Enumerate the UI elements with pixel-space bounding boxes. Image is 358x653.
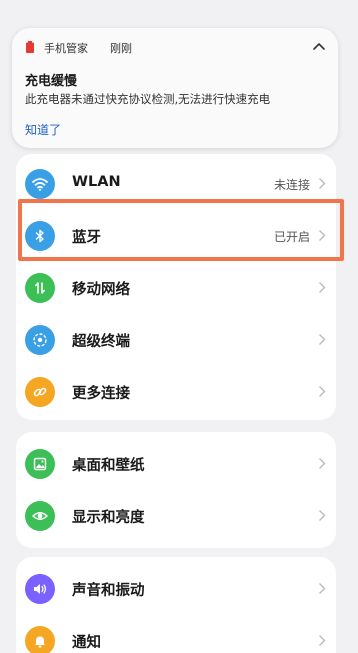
settings-item-mobile-network[interactable]: 移动网络 xyxy=(16,260,336,312)
wallpaper-icon xyxy=(25,449,55,479)
notification-time: 刚刚 xyxy=(110,42,132,55)
settings-item-wlan[interactable]: WLAN 未连接 xyxy=(16,156,336,208)
chevron-right-icon xyxy=(319,583,326,594)
notification-title: 充电缓慢 xyxy=(25,74,78,89)
settings-item-label: 通知 xyxy=(72,635,101,651)
settings-item-super-device[interactable]: 超级终端 xyxy=(16,312,336,364)
super-device-icon xyxy=(25,325,55,355)
battery-alert-icon xyxy=(26,41,34,53)
settings-item-wallpaper[interactable]: 桌面和壁纸 xyxy=(16,436,336,488)
settings-item-label: 声音和振动 xyxy=(72,583,145,599)
settings-item-label: 更多连接 xyxy=(72,386,130,402)
bluetooth-icon xyxy=(25,221,55,251)
settings-item-value: 已开启 xyxy=(273,230,310,244)
chevron-right-icon xyxy=(319,230,326,241)
settings-item-label: 显示和亮度 xyxy=(72,510,145,526)
chevron-up-icon[interactable] xyxy=(310,38,328,56)
display-card: 桌面和壁纸 显示和亮度 xyxy=(16,432,336,548)
settings-item-label: 超级终端 xyxy=(72,334,130,350)
link-icon xyxy=(25,377,55,407)
bell-icon xyxy=(25,626,55,653)
chevron-right-icon xyxy=(319,178,326,189)
chevron-right-icon xyxy=(319,334,326,345)
chevron-right-icon xyxy=(319,458,326,469)
chevron-right-icon xyxy=(319,510,326,521)
notification-banner[interactable]: 手机管家 刚刚 充电缓慢 此充电器未通过快充协议检测,无法进行快速充电 知道了 xyxy=(12,28,338,148)
settings-item-label: 桌面和壁纸 xyxy=(72,458,145,474)
mobile-network-icon xyxy=(25,273,55,303)
chevron-right-icon xyxy=(319,282,326,293)
notification-app-name: 手机管家 xyxy=(44,42,88,55)
sound-icon xyxy=(25,574,55,604)
settings-item-sound-vibration[interactable]: 声音和振动 xyxy=(16,561,336,613)
settings-item-value: 未连接 xyxy=(273,178,310,192)
display-eye-icon xyxy=(25,501,55,531)
settings-item-more-connections[interactable]: 更多连接 xyxy=(16,364,336,416)
chevron-right-icon xyxy=(319,386,326,397)
settings-item-label: 移动网络 xyxy=(72,282,130,298)
settings-item-label: 蓝牙 xyxy=(72,230,101,246)
notification-dismiss-button[interactable]: 知道了 xyxy=(25,121,61,138)
notification-body: 此充电器未通过快充协议检测,无法进行快速充电 xyxy=(25,92,271,106)
settings-item-notifications[interactable]: 通知 xyxy=(16,613,336,653)
settings-item-display-brightness[interactable]: 显示和亮度 xyxy=(16,488,336,540)
settings-page: 手机管家 刚刚 充电缓慢 此充电器未通过快充协议检测,无法进行快速充电 知道了 … xyxy=(0,0,358,653)
settings-item-bluetooth[interactable]: 蓝牙 已开启 xyxy=(16,208,336,260)
chevron-right-icon xyxy=(319,635,326,646)
wifi-icon xyxy=(25,169,55,199)
connectivity-card: WLAN 未连接 蓝牙 已开启 移动网络 超级终端 更多连接 xyxy=(16,154,336,420)
settings-item-label: WLAN xyxy=(72,174,121,190)
sound-notification-card: 声音和振动 通知 xyxy=(16,557,336,653)
